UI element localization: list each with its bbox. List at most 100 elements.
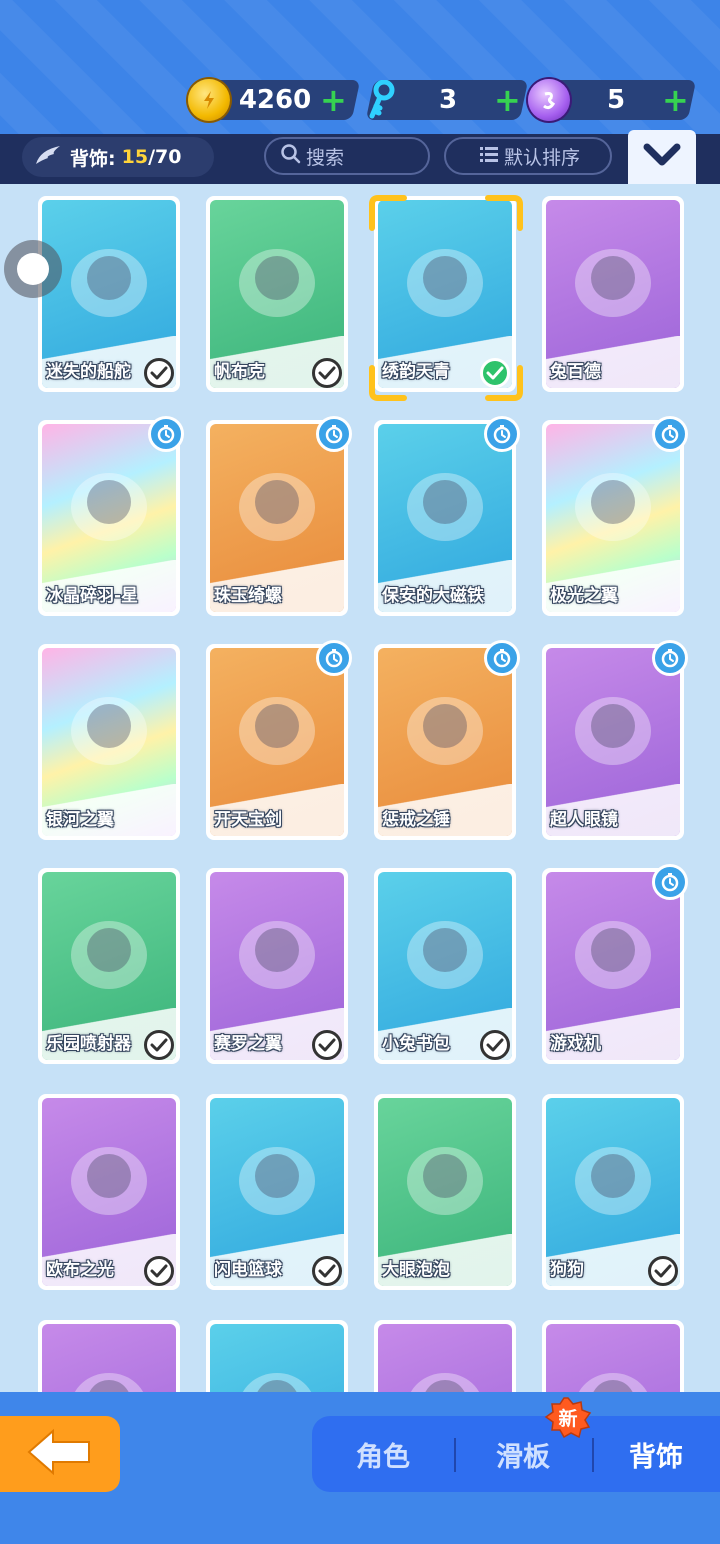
item-card[interactable]: 冰晶碎羽-星 bbox=[38, 416, 184, 616]
collection-owned: 15 bbox=[121, 146, 149, 168]
item-illustration bbox=[71, 1147, 147, 1215]
sort-button[interactable]: 默认排序 bbox=[444, 137, 612, 175]
item-illustration bbox=[71, 473, 147, 541]
item-illustration bbox=[575, 1147, 651, 1215]
item-art bbox=[546, 1324, 680, 1392]
add-key-button[interactable]: + bbox=[494, 84, 521, 116]
item-card[interactable]: 欧布之光 bbox=[38, 1094, 180, 1290]
owned-check-icon bbox=[312, 358, 342, 388]
item-card[interactable]: 乐园喷射器 bbox=[38, 868, 180, 1064]
item-illustration bbox=[578, 1373, 648, 1392]
timer-icon bbox=[652, 640, 688, 676]
tab-character-label: 角色 bbox=[356, 1441, 410, 1473]
item-card[interactable]: 超人眼镜 bbox=[542, 640, 688, 840]
gold-value: 4260 bbox=[238, 85, 312, 115]
back-arrow-icon bbox=[25, 1427, 95, 1481]
gem-counter: 5 + bbox=[528, 78, 694, 122]
new-badge-label: 新 bbox=[558, 1407, 578, 1430]
gold-counter: 4260 + bbox=[188, 78, 358, 122]
item-illustration bbox=[242, 1373, 312, 1392]
item-illustration bbox=[71, 921, 147, 989]
owned-check-icon bbox=[144, 1030, 174, 1060]
timer-icon bbox=[652, 864, 688, 900]
item-illustration bbox=[239, 473, 315, 541]
tab-back-accessory[interactable]: 背饰 bbox=[592, 1416, 720, 1492]
owned-check-icon bbox=[312, 1256, 342, 1286]
item-card[interactable]: 绣韵天青 bbox=[374, 196, 516, 392]
item-name: 绣韵天青 bbox=[382, 362, 450, 382]
collapse-button[interactable] bbox=[628, 130, 696, 184]
owned-check-icon bbox=[480, 1030, 510, 1060]
key-icon bbox=[360, 79, 402, 121]
item-card[interactable]: 赛罗之翼 bbox=[206, 868, 348, 1064]
search-button[interactable]: 搜索 bbox=[264, 137, 430, 175]
item-card[interactable]: 狗狗 bbox=[542, 1094, 684, 1290]
item-art bbox=[42, 1324, 176, 1392]
timer-icon bbox=[148, 416, 184, 452]
back-button[interactable] bbox=[0, 1416, 120, 1492]
search-label: 搜索 bbox=[306, 146, 345, 169]
item-card[interactable]: 极光之翼 bbox=[542, 416, 688, 616]
item-name: 狗狗 bbox=[550, 1260, 584, 1280]
item-name: 赛罗之翼 bbox=[214, 1034, 282, 1054]
timer-icon bbox=[652, 416, 688, 452]
item-card[interactable]: 小兔书包 bbox=[374, 868, 516, 1064]
item-card[interactable]: 兔百德 bbox=[542, 196, 684, 392]
owned-check-icon bbox=[144, 358, 174, 388]
item-illustration bbox=[71, 697, 147, 765]
item-card[interactable]: 惩戒之锤 bbox=[374, 640, 520, 840]
item-name: 小兔书包 bbox=[382, 1034, 450, 1054]
collection-total: /70 bbox=[148, 146, 182, 168]
timer-icon bbox=[484, 640, 520, 676]
item-name: 乐园喷射器 bbox=[46, 1034, 131, 1054]
item-card[interactable]: 保安的大磁铁 bbox=[374, 416, 520, 616]
item-illustration bbox=[407, 1147, 483, 1215]
add-gold-button[interactable]: + bbox=[320, 84, 347, 116]
collection-count: 背饰: 15 /70 bbox=[22, 137, 214, 177]
item-name: 帆布克 bbox=[214, 362, 265, 382]
key-counter: 3 + bbox=[360, 78, 526, 122]
category-tabs: 角色 滑板 背饰 bbox=[312, 1416, 720, 1492]
item-card[interactable]: 迷失的船舵 bbox=[38, 196, 180, 392]
timer-icon bbox=[316, 416, 352, 452]
item-name: 大眼泡泡 bbox=[382, 1260, 450, 1280]
wing-icon bbox=[34, 144, 62, 171]
item-card[interactable]: 闪电篮球 bbox=[206, 1094, 348, 1290]
item-name: 惩戒之锤 bbox=[382, 810, 450, 830]
item-card[interactable] bbox=[542, 1320, 684, 1392]
item-illustration bbox=[407, 921, 483, 989]
floating-assist-button[interactable] bbox=[4, 240, 62, 298]
item-card[interactable]: 开天宝剑 bbox=[206, 640, 352, 840]
add-gem-button[interactable]: + bbox=[662, 84, 689, 116]
item-name: 保安的大磁铁 bbox=[382, 586, 484, 606]
item-name: 珠玉绮螺 bbox=[214, 586, 282, 606]
item-illustration bbox=[407, 473, 483, 541]
item-name: 银河之翼 bbox=[46, 810, 114, 830]
item-card[interactable] bbox=[206, 1320, 348, 1392]
item-illustration bbox=[407, 249, 483, 317]
item-illustration bbox=[410, 1373, 480, 1392]
item-card[interactable]: 游戏机 bbox=[542, 864, 688, 1064]
item-name: 兔百德 bbox=[550, 362, 601, 382]
collection-label: 背饰: bbox=[70, 147, 116, 170]
item-illustration bbox=[407, 697, 483, 765]
item-card[interactable] bbox=[374, 1320, 516, 1392]
tab-skateboard-label: 滑板 bbox=[496, 1441, 550, 1473]
item-card[interactable]: 银河之翼 bbox=[38, 644, 180, 840]
item-card[interactable]: 大眼泡泡 bbox=[374, 1094, 516, 1290]
list-icon bbox=[480, 145, 498, 167]
tab-back-accessory-label: 背饰 bbox=[629, 1441, 683, 1473]
item-name: 闪电篮球 bbox=[214, 1260, 282, 1280]
item-card[interactable] bbox=[38, 1320, 180, 1392]
purple-gem-icon bbox=[528, 79, 570, 121]
tab-character[interactable]: 角色 bbox=[312, 1416, 454, 1492]
sort-label: 默认排序 bbox=[504, 146, 581, 169]
item-art bbox=[210, 1324, 344, 1392]
item-name: 超人眼镜 bbox=[550, 810, 618, 830]
item-art bbox=[378, 1324, 512, 1392]
item-illustration bbox=[575, 249, 651, 317]
item-card[interactable]: 珠玉绮螺 bbox=[206, 416, 352, 616]
item-name: 欧布之光 bbox=[46, 1260, 114, 1280]
item-card[interactable]: 帆布克 bbox=[206, 196, 348, 392]
chevron-down-icon bbox=[642, 142, 682, 172]
